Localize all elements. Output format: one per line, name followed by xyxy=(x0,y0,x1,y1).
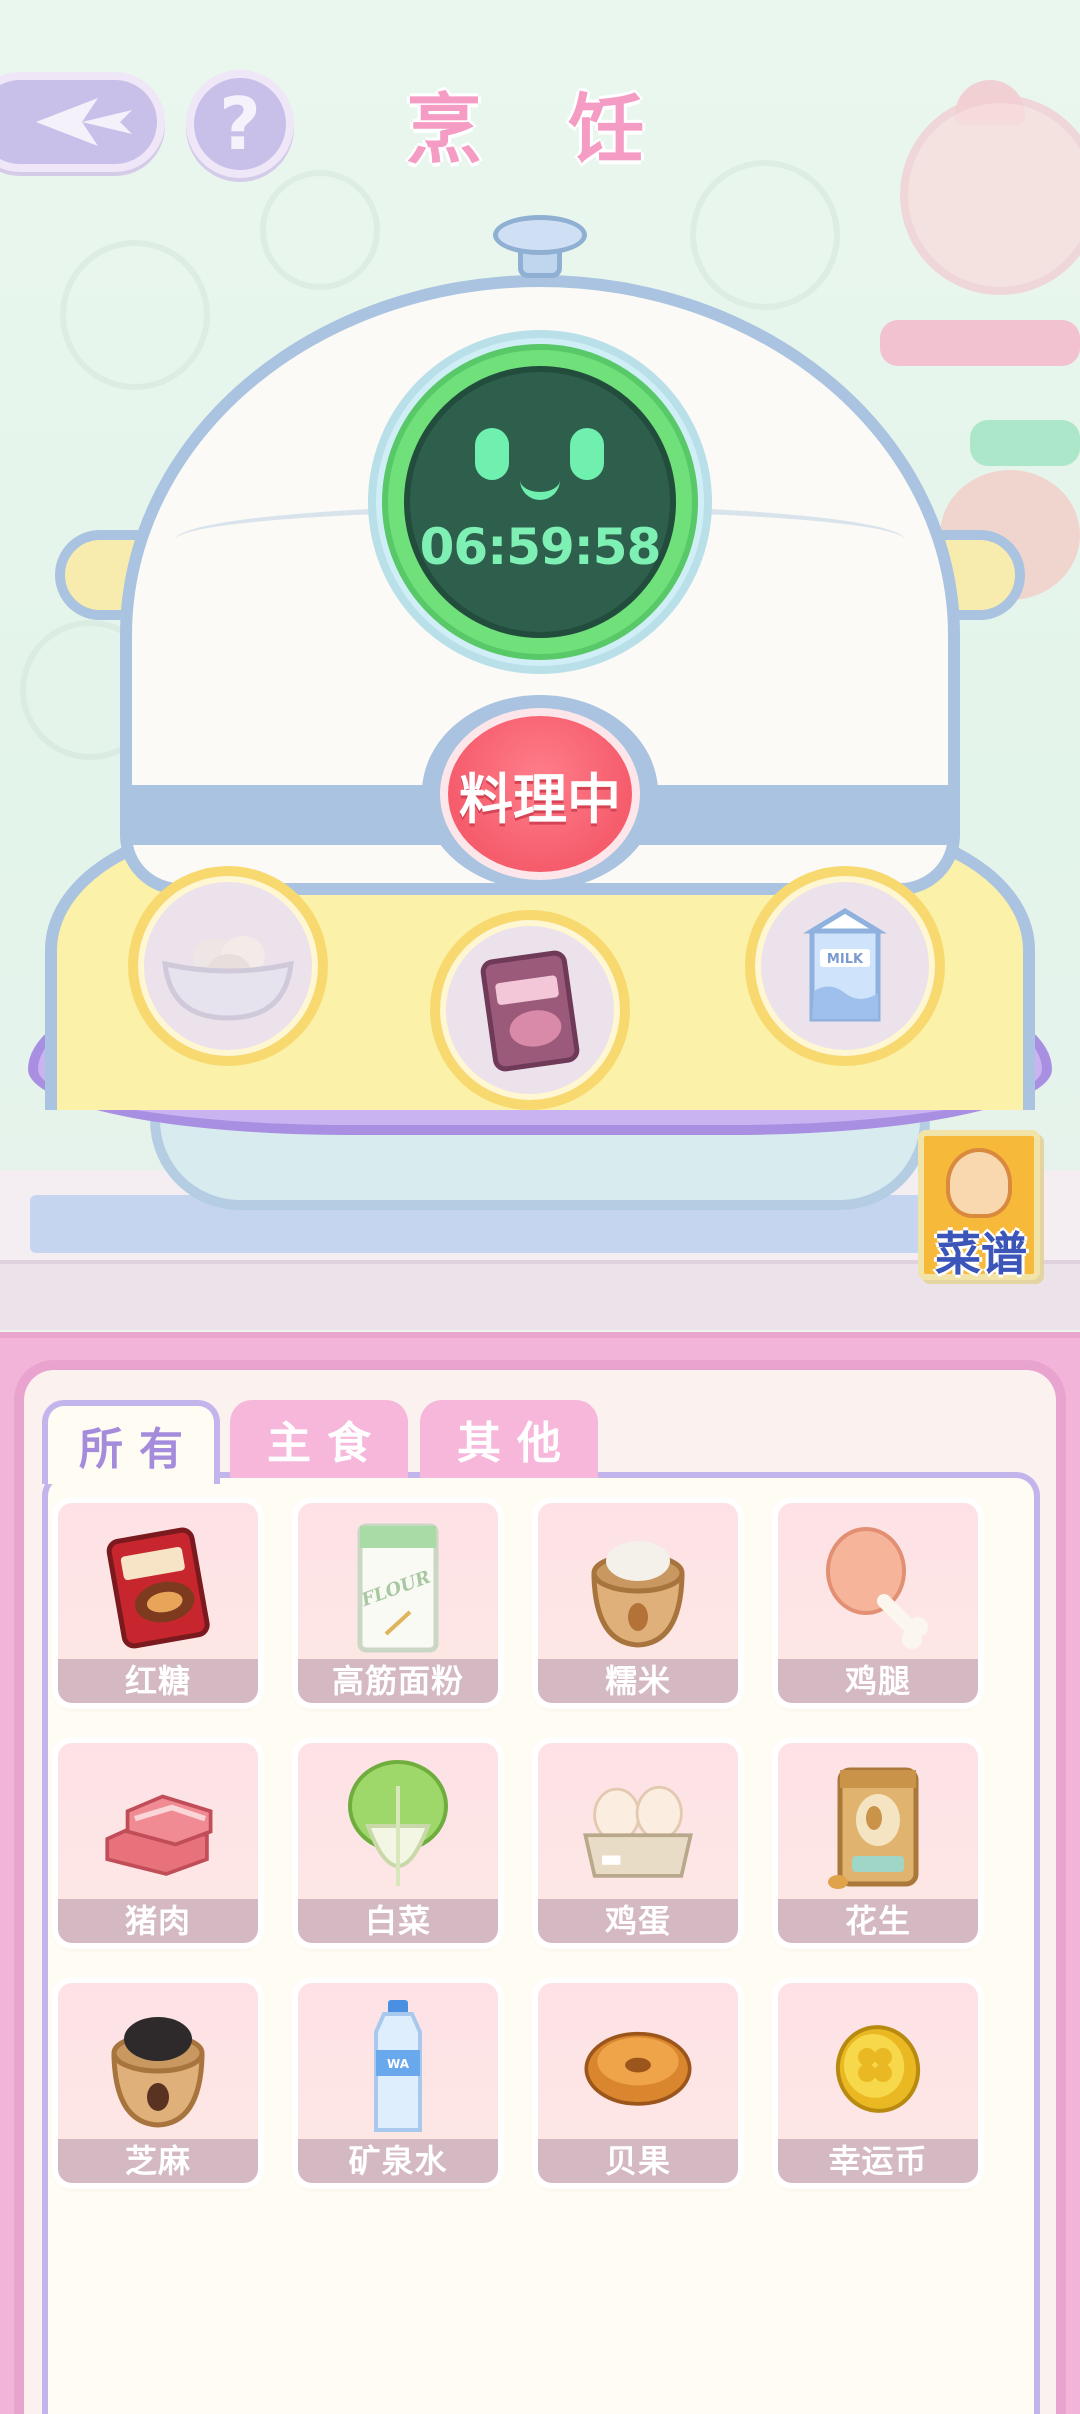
ingredient-slot-1[interactable] xyxy=(128,866,328,1066)
ingredient-card-pork[interactable]: 猪肉 xyxy=(58,1743,258,1943)
ingredient-card-cabbage[interactable]: 白菜 xyxy=(298,1743,498,1943)
lid-knob xyxy=(493,215,587,255)
ingredient-label: 猪肉 xyxy=(58,1899,258,1943)
rice-sack-icon xyxy=(591,1541,685,1648)
ingredient-card-lucky-coin[interactable]: 幸运币 xyxy=(778,1983,978,2183)
ingredient-slot-2[interactable] xyxy=(430,910,630,1110)
brown-sugar-icon xyxy=(106,1527,210,1649)
ingredient-card-glutinous-rice[interactable]: 糯米 xyxy=(538,1503,738,1703)
back-button[interactable] xyxy=(0,72,165,172)
tab-staple-food[interactable]: 主食 xyxy=(230,1400,408,1478)
lucky-coin-icon xyxy=(835,2025,921,2113)
timer-screen xyxy=(404,366,676,638)
flour-icon: FLOUR xyxy=(357,1523,439,1653)
help-button[interactable]: ? xyxy=(186,70,294,178)
recipe-book-button[interactable]: 菜谱 xyxy=(918,1130,1040,1281)
ingredient-card-eggs[interactable]: 鸡蛋 xyxy=(538,1743,738,1943)
eggs-icon xyxy=(583,1785,693,1878)
ingredient-card-flour[interactable]: FLOUR 高筋面粉 xyxy=(298,1503,498,1703)
cooking-timer: 06:59:58 xyxy=(419,518,662,576)
ingredient-label: 芝麻 xyxy=(58,2139,258,2183)
eggs-in-bowl-icon xyxy=(162,936,294,1021)
back-arrow-icon xyxy=(35,98,132,146)
ingredient-label: 鸡蛋 xyxy=(538,1899,738,1943)
ingredient-label: 高筋面粉 xyxy=(298,1659,498,1703)
ingredient-card-chicken-leg[interactable]: 鸡腿 xyxy=(778,1503,978,1703)
brown-sugar-bag-icon xyxy=(480,950,580,1072)
bagel-icon xyxy=(584,2031,692,2106)
ingredient-label: 花生 xyxy=(778,1899,978,1943)
chef-cat-icon xyxy=(946,1148,1012,1218)
chicken-leg-icon xyxy=(826,1527,928,1649)
cooking-pot: 06:59:58 料理中 MILK xyxy=(0,0,1080,1260)
ingredient-card-bagel[interactable]: 贝果 xyxy=(538,1983,738,2183)
ingredient-label: 幸运币 xyxy=(778,2139,978,2183)
ingredient-grid: 红糖 FLOUR 高筋面粉 糯米 鸡腿 猪肉 白菜 鸡蛋 花生 芝麻 WA 矿泉… xyxy=(58,1503,998,2183)
ingredient-card-mineral-water[interactable]: WA 矿泉水 xyxy=(298,1983,498,2183)
ingredient-slot-3[interactable]: MILK xyxy=(745,866,945,1066)
sesame-sack-icon xyxy=(111,2017,205,2128)
page-title: 烹 饪 xyxy=(405,85,675,174)
ingredient-card-peanut[interactable]: 花生 xyxy=(778,1743,978,1943)
recipe-book-label: 菜谱 xyxy=(935,1227,1027,1281)
ingredient-label: 糯米 xyxy=(538,1659,738,1703)
ingredient-label: 白菜 xyxy=(298,1899,498,1943)
ingredient-card-brown-sugar[interactable]: 红糖 xyxy=(58,1503,258,1703)
tab-all[interactable]: 所有 xyxy=(42,1400,220,1484)
pork-icon xyxy=(105,1794,213,1876)
tab-other[interactable]: 其他 xyxy=(420,1400,598,1478)
ingredient-label: 鸡腿 xyxy=(778,1659,978,1703)
water-bottle-icon: WA xyxy=(374,2000,422,2132)
ingredient-card-sesame[interactable]: 芝麻 xyxy=(58,1983,258,2183)
cabbage-icon xyxy=(348,1760,448,1886)
svg-text:MILK: MILK xyxy=(827,952,864,967)
ingredient-label: 红糖 xyxy=(58,1659,258,1703)
milk-carton-icon: MILK xyxy=(803,908,887,1022)
face-eye-right xyxy=(570,428,604,480)
peanut-bag-icon xyxy=(828,1767,919,1889)
face-eye-left xyxy=(475,428,509,480)
svg-text:WA: WA xyxy=(387,2057,410,2071)
ingredient-label: 贝果 xyxy=(538,2139,738,2183)
cooking-status-button[interactable]: 料理中 xyxy=(440,708,640,880)
ingredient-label: 矿泉水 xyxy=(298,2139,498,2183)
